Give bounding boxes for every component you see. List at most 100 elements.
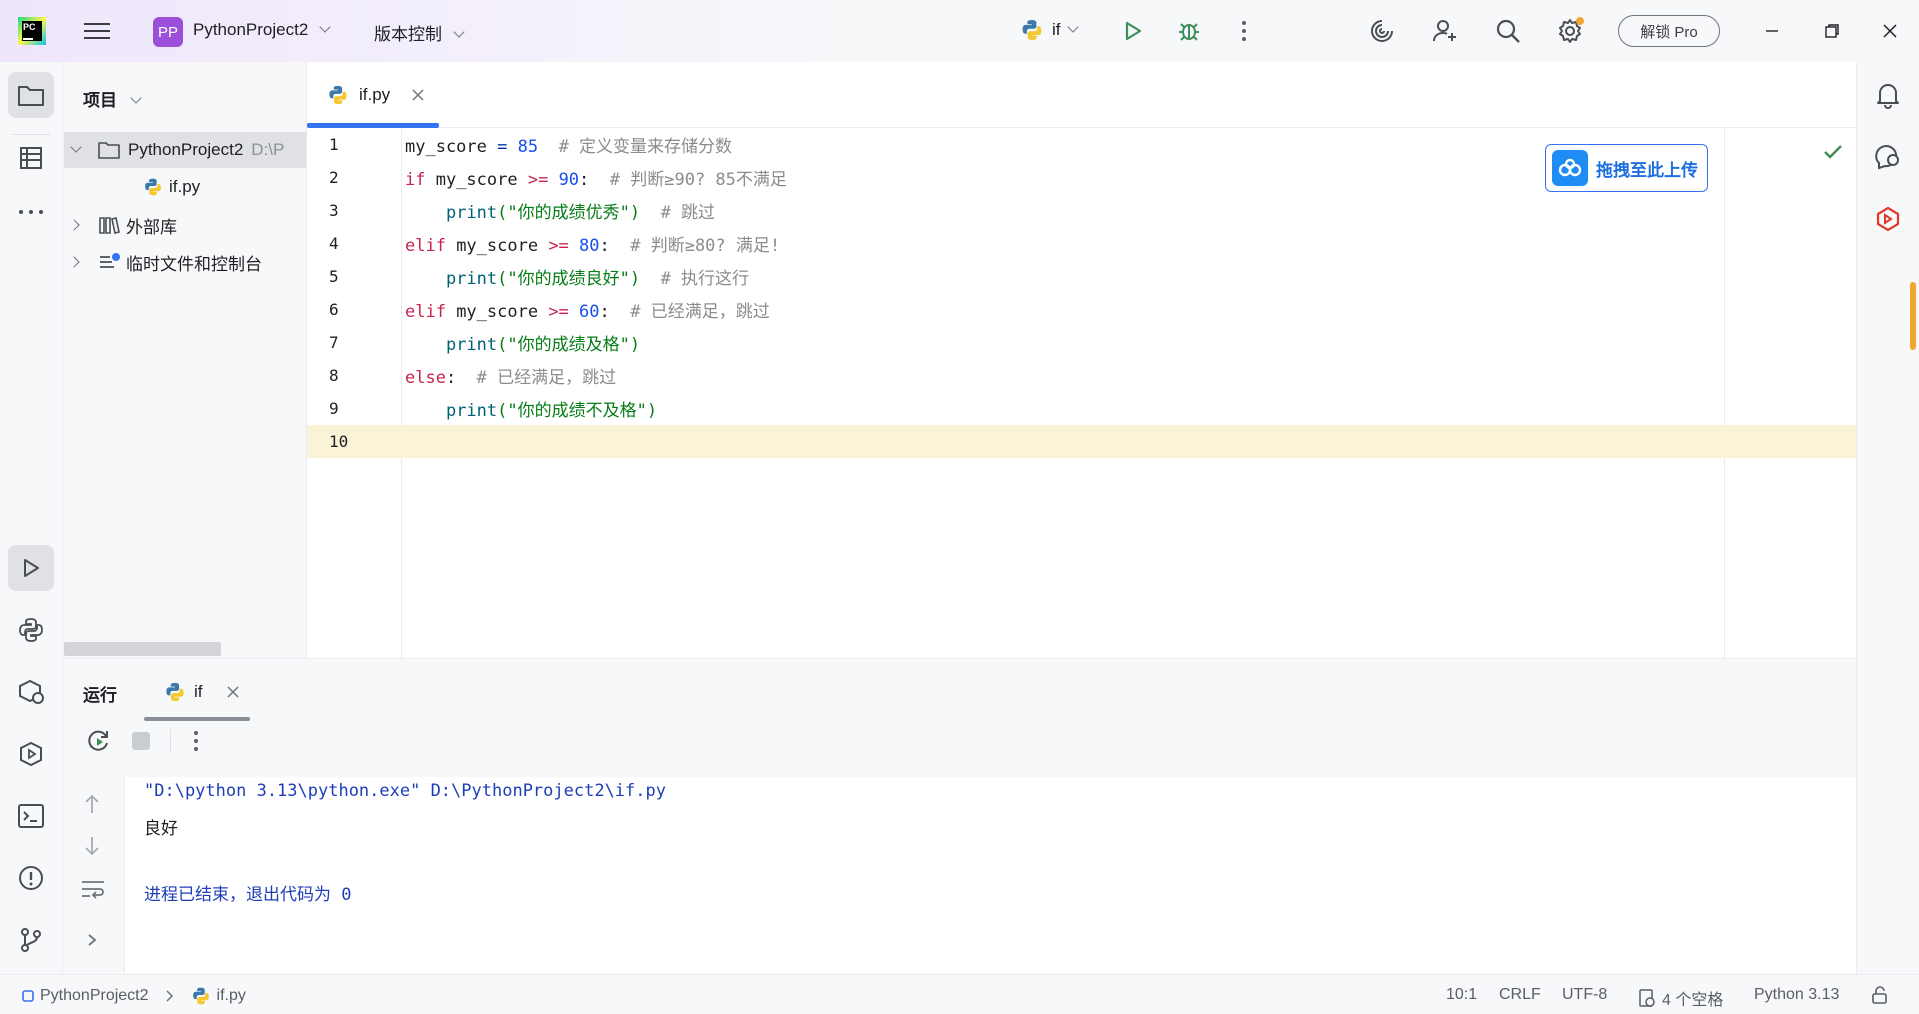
scroll-marker <box>1910 282 1916 350</box>
stop-icon[interactable] <box>131 731 151 751</box>
restore-button[interactable] <box>1817 16 1847 46</box>
tab-if-py[interactable]: if.py <box>307 62 439 128</box>
strip-divider <box>12 134 50 135</box>
code-line-current[interactable]: 10 <box>307 425 1856 458</box>
run-button[interactable] <box>1118 16 1148 46</box>
more-tools-button[interactable] <box>8 189 54 235</box>
project-name: PythonProject2 <box>193 20 309 39</box>
editor: if.py 1 my_score = 85 # 定义变量来存储分数 2 if m… <box>307 62 1856 658</box>
code-line[interactable]: 8 else: # 已经满足，跳过 <box>307 359 1856 392</box>
debug-tool-button[interactable] <box>8 731 54 777</box>
project-tool-button[interactable] <box>8 72 54 118</box>
run-tab-if[interactable]: if <box>164 681 239 703</box>
code-text: elif my_score >= 80: # 判断≥80? 满足! <box>405 236 781 256</box>
git-button[interactable] <box>8 917 54 963</box>
restore-icon <box>1825 24 1839 38</box>
tree-item-external-libs[interactable]: 外部库 <box>64 207 177 243</box>
code-line[interactable]: 5 print("你的成绩良好") # 执行这行 <box>307 260 1856 293</box>
add-user-button[interactable] <box>1430 16 1460 46</box>
tree-item-label: 临时文件和控制台 <box>126 254 262 274</box>
settings-button[interactable] <box>1555 16 1585 46</box>
code-text: print("你的成绩不及格") <box>445 401 658 421</box>
project-panel-title[interactable]: 项目 <box>83 86 142 111</box>
run-panel: 运行 if "D:\python 3.13\python.exe" D:\Pyt… <box>64 658 1856 975</box>
folder-icon <box>98 142 120 159</box>
line-number: 1 <box>329 135 339 154</box>
rerun-icon[interactable] <box>86 728 112 754</box>
run-tool-button[interactable] <box>8 545 54 591</box>
run-config-selector[interactable]: if <box>1020 18 1079 42</box>
code-line[interactable]: 6 elif my_score >= 60: # 已经满足，跳过 <box>307 293 1856 326</box>
structure-tool-button[interactable] <box>8 135 54 181</box>
code-text: elif my_score >= 60: # 已经满足，跳过 <box>405 302 770 322</box>
unlock-pro-button[interactable]: 解锁 Pro <box>1618 15 1720 47</box>
more-actions-button[interactable] <box>1229 16 1259 46</box>
main-menu-button[interactable] <box>84 19 110 43</box>
tree-item-scratches[interactable]: 临时文件和控制台 <box>64 244 262 280</box>
editor-tabs: if.py <box>307 62 1856 128</box>
project-switcher[interactable]: PythonProject2 <box>193 20 331 40</box>
console-output[interactable]: "D:\python 3.13\python.exe" D:\PythonPro… <box>124 777 1856 975</box>
python-icon <box>329 85 347 105</box>
tree-item-label: 外部库 <box>126 217 177 237</box>
more-icon[interactable] <box>193 730 199 752</box>
left-tool-strip <box>0 62 63 974</box>
ai-chat-button[interactable] <box>1865 134 1911 180</box>
close-icon[interactable] <box>412 89 424 101</box>
tree-item-project-root[interactable]: PythonProject2 D:\P <box>64 132 306 168</box>
plugin-button[interactable] <box>1865 196 1911 242</box>
horizontal-scrollbar[interactable] <box>64 642 221 656</box>
problems-button[interactable] <box>8 855 54 901</box>
breadcrumb-project[interactable]: PythonProject2 <box>40 987 149 1005</box>
line-ending[interactable]: CRLF <box>1499 986 1541 1004</box>
project-badge[interactable]: PP <box>153 17 183 47</box>
line-number: 9 <box>329 399 339 418</box>
up-arrow-icon[interactable] <box>83 793 101 815</box>
project-panel-title-label: 项目 <box>83 91 117 110</box>
check-icon[interactable] <box>1823 144 1843 160</box>
python-interpreter[interactable]: Python 3.13 <box>1754 986 1839 1004</box>
code-text: else: # 已经满足，跳过 <box>405 368 617 388</box>
ai-chat-icon <box>1875 145 1899 170</box>
file-encoding[interactable]: UTF-8 <box>1562 986 1607 1004</box>
vcs-menu[interactable]: 版本控制 <box>374 20 465 45</box>
tree-item-file[interactable]: if.py <box>143 169 200 205</box>
cursor-position[interactable]: 10:1 <box>1446 986 1477 1004</box>
debug-button[interactable] <box>1174 16 1204 46</box>
close-window-button[interactable] <box>1875 16 1905 46</box>
code-line[interactable]: 3 print("你的成绩优秀") # 跳过 <box>307 194 1856 227</box>
python-packages-button[interactable] <box>8 607 54 653</box>
indent-lock-icon <box>1639 989 1655 1007</box>
chevron-right-icon[interactable] <box>68 256 80 268</box>
structure-icon <box>20 147 42 169</box>
breadcrumb-file[interactable]: if.py <box>217 987 246 1005</box>
code-line[interactable]: 4 elif my_score >= 80: # 判断≥80? 满足! <box>307 227 1856 260</box>
code-line[interactable]: 7 print("你的成绩及格") <box>307 326 1856 359</box>
tree-item-path: D:\P <box>251 140 285 159</box>
indent-setting[interactable]: 4 个空格 <box>1638 986 1723 1010</box>
chevron-right-icon[interactable] <box>86 933 98 947</box>
minimize-button[interactable] <box>1757 16 1787 46</box>
ai-assistant-button[interactable] <box>1367 16 1397 46</box>
down-arrow-icon[interactable] <box>83 835 101 857</box>
run-panel-header: 运行 if <box>64 659 1856 721</box>
soft-wrap-icon[interactable] <box>80 879 106 899</box>
play-icon <box>24 559 39 577</box>
chevron-down-icon[interactable] <box>70 141 82 153</box>
notifications-button[interactable] <box>1865 72 1911 118</box>
line-number: 5 <box>329 267 339 286</box>
close-icon[interactable] <box>226 686 239 698</box>
services-button[interactable] <box>8 669 54 715</box>
chevron-right-icon[interactable] <box>68 219 80 231</box>
terminal-button[interactable] <box>8 793 54 839</box>
code-line[interactable]: 9 print("你的成绩不及格") <box>307 392 1856 425</box>
line-number: 4 <box>329 234 339 253</box>
lock-icon[interactable] <box>1870 985 1890 1005</box>
pycharm-logo[interactable]: PC <box>18 17 46 45</box>
chevron-down-icon <box>319 21 331 33</box>
code-text: print("你的成绩优秀") # 跳过 <box>445 203 716 223</box>
upload-button[interactable]: 拖拽至此上传 <box>1545 144 1708 192</box>
search-button[interactable] <box>1493 16 1523 46</box>
chevron-down-icon <box>130 92 142 104</box>
project-square-icon <box>22 990 34 1002</box>
